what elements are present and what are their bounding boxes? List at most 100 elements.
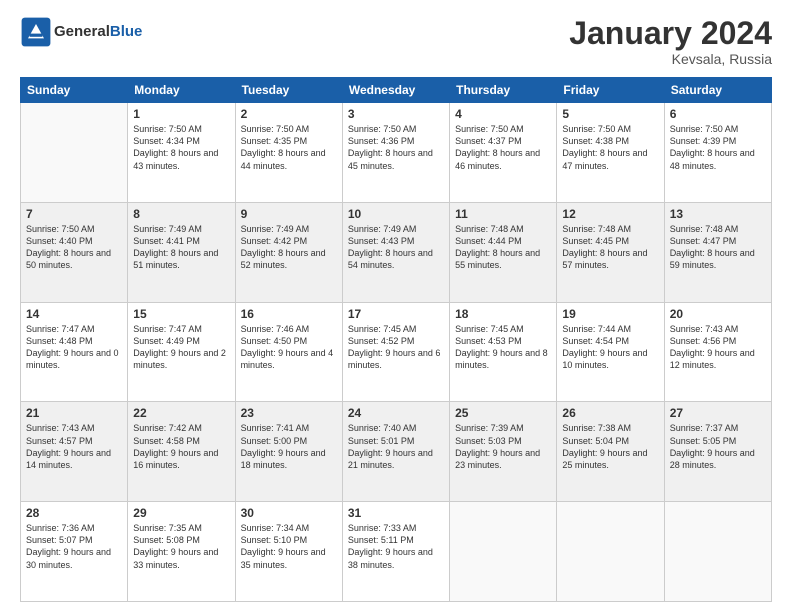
day-number: 22 (133, 406, 229, 420)
calendar-day-cell: 27 Sunrise: 7:37 AMSunset: 5:05 PMDayligh… (664, 402, 771, 502)
day-number: 16 (241, 307, 337, 321)
day-info: Sunrise: 7:36 AMSunset: 5:07 PMDaylight:… (26, 522, 122, 571)
calendar-day-cell: 20 Sunrise: 7:43 AMSunset: 4:56 PMDayligh… (664, 302, 771, 402)
day-number: 26 (562, 406, 658, 420)
calendar-day-cell: 12 Sunrise: 7:48 AMSunset: 4:45 PMDayligh… (557, 202, 664, 302)
calendar-day-cell: 22 Sunrise: 7:42 AMSunset: 4:58 PMDayligh… (128, 402, 235, 502)
day-info: Sunrise: 7:47 AMSunset: 4:49 PMDaylight:… (133, 323, 229, 372)
calendar-day-cell: 15Sunrise: 7:47 AMSunset: 4:49 PMDayligh… (128, 302, 235, 402)
calendar-day-cell: 30 Sunrise: 7:34 AMSunset: 5:10 PMDayligh… (235, 502, 342, 602)
calendar-day-cell: 7Sunrise: 7:50 AMSunset: 4:40 PMDaylight… (21, 202, 128, 302)
calendar-day-cell (557, 502, 664, 602)
day-info: Sunrise: 7:50 AMSunset: 4:35 PMDaylight:… (241, 123, 337, 172)
calendar-table: SundayMondayTuesdayWednesdayThursdayFrid… (20, 77, 772, 602)
weekday-header: Tuesday (235, 78, 342, 103)
day-number: 25 (455, 406, 551, 420)
day-info: Sunrise: 7:46 AMSunset: 4:50 PMDaylight:… (241, 323, 337, 372)
day-number: 28 (26, 506, 122, 520)
day-info: Sunrise: 7:49 AMSunset: 4:43 PMDaylight:… (348, 223, 444, 272)
calendar-day-cell: 4Sunrise: 7:50 AMSunset: 4:37 PMDaylight… (450, 103, 557, 203)
day-number: 20 (670, 307, 766, 321)
calendar-day-cell: 5Sunrise: 7:50 AMSunset: 4:38 PMDaylight… (557, 103, 664, 203)
calendar-day-cell: 31Sunrise: 7:33 AMSunset: 5:11 PMDayligh… (342, 502, 449, 602)
month-title: January 2024 (569, 16, 772, 51)
calendar-week-row: 1 Sunrise: 7:50 AMSunset: 4:34 PMDaylight… (21, 103, 772, 203)
day-number: 1 (133, 107, 229, 121)
calendar-day-cell: 3 Sunrise: 7:50 AMSunset: 4:36 PMDaylight… (342, 103, 449, 203)
calendar-day-cell: 11Sunrise: 7:48 AMSunset: 4:44 PMDayligh… (450, 202, 557, 302)
day-number: 9 (241, 207, 337, 221)
day-info: Sunrise: 7:44 AMSunset: 4:54 PMDaylight:… (562, 323, 658, 372)
day-info: Sunrise: 7:50 AMSunset: 4:36 PMDaylight:… (348, 123, 444, 172)
weekday-header: Friday (557, 78, 664, 103)
calendar-day-cell (21, 103, 128, 203)
day-number: 10 (348, 207, 444, 221)
day-info: Sunrise: 7:39 AMSunset: 5:03 PMDaylight:… (455, 422, 551, 471)
day-info: Sunrise: 7:45 AMSunset: 4:53 PMDaylight:… (455, 323, 551, 372)
day-info: Sunrise: 7:48 AMSunset: 4:45 PMDaylight:… (562, 223, 658, 272)
day-info: Sunrise: 7:47 AMSunset: 4:48 PMDaylight:… (26, 323, 122, 372)
day-number: 17 (348, 307, 444, 321)
calendar-week-row: 28 Sunrise: 7:36 AMSunset: 5:07 PMDayligh… (21, 502, 772, 602)
calendar-day-cell (450, 502, 557, 602)
day-number: 18 (455, 307, 551, 321)
page: GeneralBlue January 2024 Kevsala, Russia… (0, 0, 792, 612)
weekday-header: Saturday (664, 78, 771, 103)
day-number: 27 (670, 406, 766, 420)
header: GeneralBlue January 2024 Kevsala, Russia (20, 16, 772, 67)
day-number: 21 (26, 406, 122, 420)
calendar-day-cell (664, 502, 771, 602)
day-number: 12 (562, 207, 658, 221)
calendar-day-cell: 21 Sunrise: 7:43 AMSunset: 4:57 PMDayligh… (21, 402, 128, 502)
day-number: 3 (348, 107, 444, 121)
weekday-header: Monday (128, 78, 235, 103)
day-number: 5 (562, 107, 658, 121)
calendar-day-cell: 8 Sunrise: 7:49 AMSunset: 4:41 PMDaylight… (128, 202, 235, 302)
day-info: Sunrise: 7:49 AMSunset: 4:41 PMDaylight:… (133, 223, 229, 272)
weekday-header-row: SundayMondayTuesdayWednesdayThursdayFrid… (21, 78, 772, 103)
title-block: January 2024 Kevsala, Russia (569, 16, 772, 67)
day-info: Sunrise: 7:49 AMSunset: 4:42 PMDaylight:… (241, 223, 337, 272)
weekday-header: Wednesday (342, 78, 449, 103)
calendar-day-cell: 28 Sunrise: 7:36 AMSunset: 5:07 PMDayligh… (21, 502, 128, 602)
day-number: 6 (670, 107, 766, 121)
calendar-day-cell: 29 Sunrise: 7:35 AMSunset: 5:08 PMDayligh… (128, 502, 235, 602)
calendar-day-cell: 16 Sunrise: 7:46 AMSunset: 4:50 PMDayligh… (235, 302, 342, 402)
calendar-week-row: 21 Sunrise: 7:43 AMSunset: 4:57 PMDayligh… (21, 402, 772, 502)
calendar-day-cell: 1 Sunrise: 7:50 AMSunset: 4:34 PMDaylight… (128, 103, 235, 203)
day-number: 23 (241, 406, 337, 420)
calendar-day-cell: 18 Sunrise: 7:45 AMSunset: 4:53 PMDayligh… (450, 302, 557, 402)
day-number: 2 (241, 107, 337, 121)
logo: GeneralBlue (20, 16, 142, 48)
day-info: Sunrise: 7:50 AMSunset: 4:40 PMDaylight:… (26, 223, 122, 272)
calendar-week-row: 14 Sunrise: 7:47 AMSunset: 4:48 PMDayligh… (21, 302, 772, 402)
day-info: Sunrise: 7:41 AMSunset: 5:00 PMDaylight:… (241, 422, 337, 471)
day-info: Sunrise: 7:40 AMSunset: 5:01 PMDaylight:… (348, 422, 444, 471)
day-info: Sunrise: 7:35 AMSunset: 5:08 PMDaylight:… (133, 522, 229, 571)
day-info: Sunrise: 7:42 AMSunset: 4:58 PMDaylight:… (133, 422, 229, 471)
day-info: Sunrise: 7:34 AMSunset: 5:10 PMDaylight:… (241, 522, 337, 571)
day-number: 19 (562, 307, 658, 321)
day-number: 29 (133, 506, 229, 520)
calendar-day-cell: 6 Sunrise: 7:50 AMSunset: 4:39 PMDaylight… (664, 103, 771, 203)
day-info: Sunrise: 7:48 AMSunset: 4:44 PMDaylight:… (455, 223, 551, 272)
calendar-day-cell: 2 Sunrise: 7:50 AMSunset: 4:35 PMDaylight… (235, 103, 342, 203)
day-info: Sunrise: 7:37 AMSunset: 5:05 PMDaylight:… (670, 422, 766, 471)
calendar-day-cell: 23 Sunrise: 7:41 AMSunset: 5:00 PMDayligh… (235, 402, 342, 502)
calendar-day-cell: 17 Sunrise: 7:45 AMSunset: 4:52 PMDayligh… (342, 302, 449, 402)
day-info: Sunrise: 7:50 AMSunset: 4:34 PMDaylight:… (133, 123, 229, 172)
location: Kevsala, Russia (569, 51, 772, 67)
day-number: 13 (670, 207, 766, 221)
day-number: 8 (133, 207, 229, 221)
day-info: Sunrise: 7:43 AMSunset: 4:56 PMDaylight:… (670, 323, 766, 372)
day-number: 31 (348, 506, 444, 520)
calendar-day-cell: 10 Sunrise: 7:49 AMSunset: 4:43 PMDayligh… (342, 202, 449, 302)
day-info: Sunrise: 7:43 AMSunset: 4:57 PMDaylight:… (26, 422, 122, 471)
day-number: 14 (26, 307, 122, 321)
calendar-day-cell: 13Sunrise: 7:48 AMSunset: 4:47 PMDayligh… (664, 202, 771, 302)
day-info: Sunrise: 7:50 AMSunset: 4:39 PMDaylight:… (670, 123, 766, 172)
weekday-header: Sunday (21, 78, 128, 103)
calendar-day-cell: 19 Sunrise: 7:44 AMSunset: 4:54 PMDayligh… (557, 302, 664, 402)
day-number: 30 (241, 506, 337, 520)
day-info: Sunrise: 7:45 AMSunset: 4:52 PMDaylight:… (348, 323, 444, 372)
